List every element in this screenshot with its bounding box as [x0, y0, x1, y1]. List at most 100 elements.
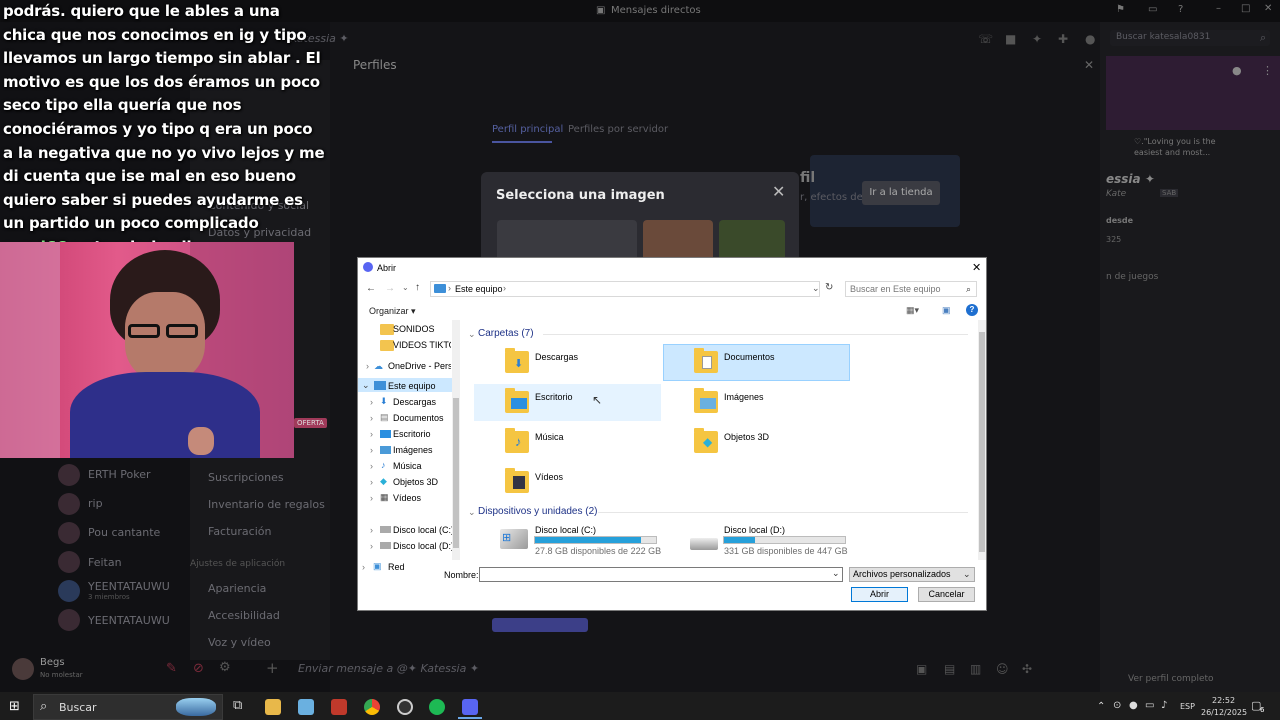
select-image-close-icon[interactable]: ✕	[772, 182, 785, 201]
server-avatar[interactable]	[58, 551, 80, 573]
tree-item[interactable]: VIDEOS TIKTOK Y	[393, 340, 451, 350]
menu-item-accessibility[interactable]: Accesibilidad	[208, 609, 280, 622]
expand-icon[interactable]: ›	[370, 493, 373, 503]
headphones-muted-icon[interactable]: ⊘	[193, 661, 204, 676]
language-indicator[interactable]: ESP	[1180, 702, 1195, 711]
tray-app-icon[interactable]: ⊙	[1113, 700, 1121, 711]
menu-item-gifts[interactable]: Inventario de regalos	[208, 498, 325, 511]
search-input[interactable]: Buscar en Este equipo ⌕	[845, 281, 977, 297]
tree-scrollbar[interactable]	[452, 320, 460, 560]
expand-icon[interactable]: ›	[370, 413, 373, 423]
save-changes-button[interactable]	[492, 618, 588, 632]
monitor-icon[interactable]: ▭	[1148, 4, 1157, 15]
expand-icon[interactable]: ›	[370, 397, 373, 407]
tree-item[interactable]: Red	[388, 562, 405, 572]
server-avatar[interactable]	[58, 580, 80, 602]
tree-item[interactable]: Disco local (D:)	[393, 541, 454, 551]
expand-icon[interactable]: ›	[370, 541, 373, 551]
view-full-profile-link[interactable]: Ver perfil completo	[1128, 674, 1214, 684]
tray-chevron-icon[interactable]: ⌃	[1097, 701, 1105, 712]
drive-name[interactable]: Disco local (D:)	[724, 525, 785, 535]
mic-muted-icon[interactable]: ✎	[166, 661, 177, 676]
tree-item[interactable]: Objetos 3D	[393, 477, 438, 487]
address-dropdown-icon[interactable]: ⌄	[812, 283, 820, 294]
gif-icon[interactable]: ▤	[944, 662, 955, 676]
tree-item[interactable]: Disco local (C:)	[393, 525, 454, 535]
video-icon[interactable]: ■	[1005, 32, 1016, 46]
address-bar[interactable]: › Este equipo › ⌄	[430, 281, 820, 297]
tab-main-profile[interactable]: Perfil principal	[492, 124, 563, 135]
server-avatar[interactable]	[58, 522, 80, 544]
shop-button[interactable]: Ir a la tienda	[862, 181, 940, 205]
tree-item[interactable]: SONIDOS	[393, 324, 435, 334]
minimize-icon[interactable]: –	[1216, 3, 1221, 14]
expand-icon[interactable]: ›	[362, 562, 365, 572]
upload-tile[interactable]	[497, 220, 637, 262]
tree-item[interactable]: Escritorio	[393, 429, 431, 439]
folder-item[interactable]: Documentos	[724, 352, 775, 362]
open-button[interactable]: Abrir	[851, 587, 908, 602]
expand-icon[interactable]: ›	[370, 461, 373, 471]
spotify-icon[interactable]	[429, 699, 445, 715]
apps-icon[interactable]: ✣	[1022, 662, 1032, 676]
folders-group-header[interactable]: Carpetas (7)	[478, 328, 534, 339]
organize-menu[interactable]: Organizar ▾	[369, 306, 416, 317]
menu-item-appearance[interactable]: Apariencia	[208, 582, 266, 595]
forward-arrow-icon[interactable]: →	[385, 283, 395, 294]
dialog-close-icon[interactable]: ✕	[972, 261, 981, 274]
maximize-icon[interactable]: □	[1241, 3, 1250, 14]
up-arrow-icon[interactable]: ↑	[415, 282, 420, 293]
breadcrumb[interactable]: Este equipo	[455, 284, 503, 294]
filename-dropdown-icon[interactable]: ⌄	[832, 568, 840, 579]
preview-pane-icon[interactable]: ▣	[942, 305, 951, 316]
mic-icon[interactable]: ●	[1129, 700, 1138, 711]
profile-icon[interactable]: ●	[1085, 32, 1095, 46]
expand-icon[interactable]: ›	[370, 445, 373, 455]
discord-icon[interactable]	[462, 699, 478, 715]
attach-icon[interactable]: +	[266, 659, 279, 677]
group-collapse-icon[interactable]: ⌄	[468, 507, 476, 518]
call-icon[interactable]: ☏	[978, 32, 993, 46]
expand-icon[interactable]: ›	[370, 525, 373, 535]
taskbar-search-box[interactable]: ⌕ Buscar	[33, 694, 223, 720]
obs-icon[interactable]	[397, 699, 413, 715]
server-item[interactable]: rip	[88, 497, 103, 510]
settings-close-icon[interactable]: ✕	[1084, 58, 1094, 72]
help-icon[interactable]: ?	[966, 304, 978, 316]
app-icon[interactable]	[331, 699, 347, 715]
tree-item[interactable]: Imágenes	[393, 445, 433, 455]
folder-item[interactable]: Vídeos	[535, 472, 563, 482]
task-view-icon[interactable]: ⧉	[233, 698, 242, 713]
tree-item[interactable]: OneDrive - Person	[388, 361, 451, 371]
cancel-button[interactable]: Cancelar	[918, 587, 975, 602]
folder-item[interactable]: Música	[535, 432, 564, 442]
drive-name[interactable]: Disco local (C:)	[535, 525, 596, 535]
expand-icon[interactable]: ›	[370, 429, 373, 439]
server-item[interactable]: ERTH Poker	[88, 468, 151, 481]
network-icon[interactable]: ▭	[1145, 700, 1154, 711]
clock-time[interactable]: 22:52	[1212, 696, 1235, 705]
image-tile[interactable]	[719, 220, 785, 262]
avatar[interactable]	[12, 658, 34, 680]
image-tile[interactable]	[643, 220, 713, 262]
chrome-icon[interactable]	[364, 699, 380, 715]
tree-item[interactable]: Documentos	[393, 413, 444, 423]
pin-message-icon[interactable]: ✦	[1032, 32, 1042, 46]
expand-icon[interactable]: ›	[370, 477, 373, 487]
add-friend-profile-icon[interactable]: ●	[1232, 64, 1242, 77]
refresh-icon[interactable]: ↻	[825, 282, 833, 293]
more-icon[interactable]: ⋮	[1262, 64, 1273, 77]
server-item[interactable]: Pou cantante	[88, 526, 160, 539]
group-collapse-icon[interactable]: ⌄	[468, 329, 476, 340]
folder-item[interactable]: Descargas	[535, 352, 578, 362]
emoji-icon[interactable]: ☺	[996, 662, 1009, 676]
window-close-icon[interactable]: ✕	[1264, 3, 1272, 14]
menu-item-subscriptions[interactable]: Suscripciones	[208, 471, 284, 484]
history-chevron-icon[interactable]: ⌄	[402, 283, 409, 292]
pin-icon[interactable]: ⚑	[1116, 4, 1125, 15]
collapse-icon[interactable]: ⌄	[362, 380, 370, 391]
server-avatar[interactable]	[58, 493, 80, 515]
notepad-icon[interactable]	[298, 699, 314, 715]
view-options-icon[interactable]: ▦▾	[906, 305, 919, 316]
content-scrollbar[interactable]	[978, 320, 986, 560]
